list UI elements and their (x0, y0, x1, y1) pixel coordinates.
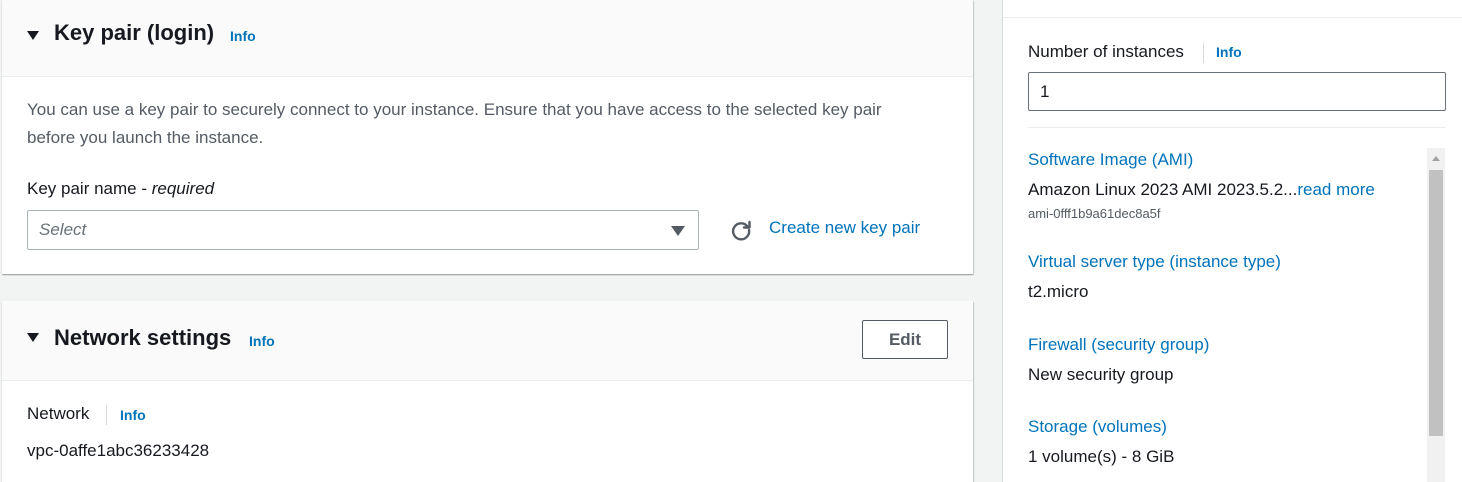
key-pair-name-label: Key pair name - required (27, 179, 214, 199)
firewall-value: New security group (1028, 365, 1174, 384)
summary-scrollbar[interactable] (1427, 148, 1445, 482)
key-pair-description: You can use a key pair to securely conne… (27, 100, 882, 147)
firewall-link[interactable]: Firewall (security group) (1028, 335, 1209, 355)
number-of-instances-info-link[interactable]: Info (1216, 44, 1242, 60)
key-pair-title: Key pair (login) (54, 20, 215, 45)
divider (1003, 17, 1462, 18)
key-pair-select[interactable]: Select (27, 210, 699, 250)
scroll-up-arrow-icon[interactable] (1432, 156, 1440, 161)
key-pair-name-label-text: Key pair name - (27, 179, 152, 198)
divider (1203, 43, 1204, 63)
caret-down-icon[interactable] (27, 31, 39, 40)
ami-value: Amazon Linux 2023 AMI 2023.5.2...read mo… (1028, 180, 1375, 200)
network-label: Network (27, 404, 90, 423)
key-pair-panel: Key pair (login) Info You can use a key … (2, 0, 973, 274)
network-settings-info-link[interactable]: Info (249, 333, 275, 349)
summary-storage: Storage (volumes) 1 volume(s) - 8 GiB (1028, 417, 1174, 467)
number-of-instances-label: Number of instances (1028, 42, 1184, 61)
instance-type-value: t2.micro (1028, 282, 1089, 301)
divider (1028, 127, 1446, 128)
ami-link[interactable]: Software Image (AMI) (1028, 150, 1375, 170)
network-panel-header[interactable]: Network settings Info Edit (2, 301, 973, 381)
number-of-instances-input[interactable] (1028, 72, 1446, 111)
summary-firewall: Firewall (security group) New security g… (1028, 335, 1209, 385)
instance-type-link[interactable]: Virtual server type (instance type) (1028, 252, 1281, 272)
divider (106, 405, 107, 425)
key-pair-select-placeholder: Select (39, 220, 87, 239)
network-info-link[interactable]: Info (120, 407, 146, 423)
required-marker: required (151, 179, 215, 198)
edit-network-button[interactable]: Edit (862, 320, 948, 359)
summary-instance-type: Virtual server type (instance type) t2.m… (1028, 252, 1281, 302)
network-settings-title: Network settings (54, 325, 232, 350)
key-pair-panel-header[interactable]: Key pair (login) Info (2, 0, 973, 77)
network-value: vpc-0affe1abc36233428 (27, 441, 210, 460)
dropdown-arrow-icon (671, 226, 685, 236)
read-more-link[interactable]: read more (1297, 180, 1374, 199)
scrollbar-thumb[interactable] (1429, 170, 1443, 436)
network-settings-panel: Network settings Info Edit Network Info … (2, 301, 973, 482)
ami-value-text: Amazon Linux 2023 AMI 2023.5.2... (1028, 180, 1298, 199)
storage-link[interactable]: Storage (volumes) (1028, 417, 1174, 437)
key-pair-info-link[interactable]: Info (230, 28, 256, 44)
summary-ami: Software Image (AMI) Amazon Linux 2023 A… (1028, 150, 1375, 221)
ami-id: ami-0fff1b9a61dec8a5f (1028, 206, 1161, 221)
storage-value: 1 volume(s) - 8 GiB (1028, 447, 1175, 466)
caret-down-icon[interactable] (27, 333, 39, 342)
create-key-pair-link[interactable]: Create new key pair (769, 218, 920, 238)
refresh-icon[interactable] (730, 219, 752, 241)
summary-panel: Number of instances Info Software Image … (1002, 0, 1462, 482)
